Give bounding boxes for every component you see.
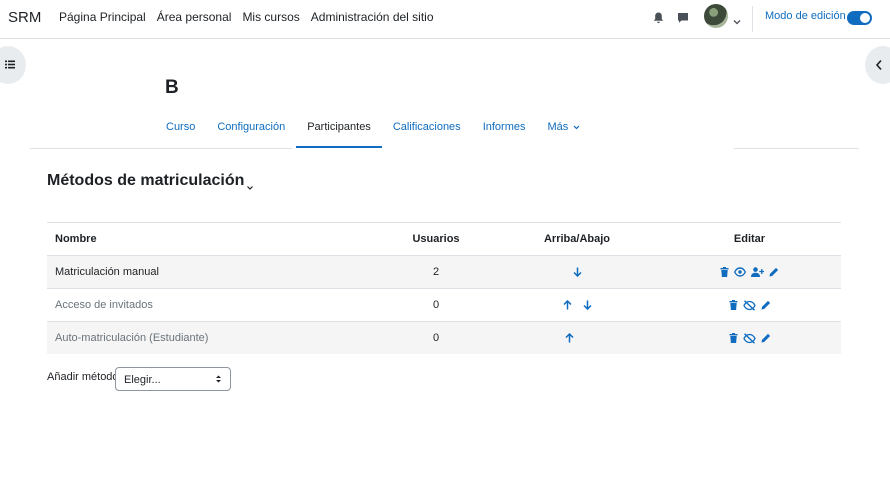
edit-pencil-icon[interactable]	[769, 267, 779, 277]
messages-chat-icon[interactable]	[677, 11, 689, 29]
method-name: Acceso de invitados	[55, 299, 153, 311]
move-down-arrow-icon[interactable]	[582, 300, 592, 311]
add-method-selected-value: Elegir...	[124, 374, 161, 386]
primary-navigation: Página Principal Área personal Mis curso…	[59, 10, 434, 24]
course-secondary-navigation: Curso Configuración Participantes Califi…	[155, 110, 591, 148]
select-updown-caret-icon	[216, 375, 221, 383]
up-down-controls	[517, 289, 637, 322]
tabs-underline	[30, 148, 292, 149]
nav-link-site-admin[interactable]: Administración del sitio	[311, 10, 434, 24]
method-users-count: 2	[432, 266, 440, 278]
notifications-bell-icon[interactable]	[653, 11, 664, 29]
tab-more-label: Más	[547, 121, 569, 133]
tab-more[interactable]: Más	[536, 110, 591, 148]
move-up-arrow-icon[interactable]	[564, 333, 574, 343]
table-row: Auto-matriculación (Estudiante) 0	[47, 321, 841, 354]
hidden-eye-slash-icon[interactable]	[742, 332, 756, 344]
delete-trash-icon[interactable]	[729, 333, 738, 344]
move-down-arrow-icon[interactable]	[572, 267, 582, 278]
method-name: Matriculación manual	[55, 266, 159, 278]
course-title: B	[165, 77, 179, 98]
tab-course[interactable]: Curso	[155, 110, 206, 148]
visible-eye-icon[interactable]	[734, 267, 746, 277]
edit-mode-toggle[interactable]	[847, 11, 872, 25]
top-navbar: SRM Página Principal Área personal Mis c…	[0, 0, 890, 39]
add-method-select[interactable]: Elegir...	[115, 367, 231, 391]
chevron-down-icon	[573, 125, 580, 130]
column-header-up-down: Arriba/Abajo	[543, 233, 610, 245]
tab-reports[interactable]: Informes	[472, 110, 537, 148]
table-header-row: Nombre Usuarios Arriba/Abajo Editar	[47, 222, 841, 255]
table-row: Acceso de invitados 0	[47, 288, 841, 321]
column-header-users: Usuarios	[412, 233, 460, 245]
enrolment-methods-table: Nombre Usuarios Arriba/Abajo Editar Matr…	[47, 222, 841, 354]
chevron-left-icon	[875, 59, 882, 71]
open-block-drawer-button[interactable]	[865, 46, 890, 84]
nav-link-home[interactable]: Página Principal	[59, 10, 146, 24]
user-avatar[interactable]	[704, 4, 728, 28]
method-name: Auto-matriculación (Estudiante)	[55, 332, 209, 344]
edit-controls	[687, 256, 812, 289]
open-course-index-button[interactable]	[0, 46, 26, 84]
tabs-underline	[734, 148, 859, 149]
delete-trash-icon[interactable]	[729, 300, 738, 311]
list-icon	[5, 60, 15, 69]
tab-grades[interactable]: Calificaciones	[382, 110, 472, 148]
tab-participants[interactable]: Participantes	[296, 110, 382, 148]
up-down-controls	[517, 256, 637, 289]
edit-mode-label: Modo de edición	[765, 10, 846, 22]
table-row: Matriculación manual 2	[47, 255, 841, 288]
chevron-down-icon[interactable]	[733, 12, 741, 30]
nav-link-dashboard[interactable]: Área personal	[157, 10, 232, 24]
method-users-count: 0	[432, 332, 440, 344]
navbar-divider	[752, 6, 753, 32]
up-down-controls	[517, 322, 637, 355]
edit-pencil-icon[interactable]	[761, 333, 771, 343]
move-up-arrow-icon[interactable]	[562, 300, 572, 310]
edit-controls	[687, 322, 812, 355]
heading-menu-chevron-down-icon[interactable]	[246, 178, 254, 196]
delete-trash-icon[interactable]	[720, 267, 729, 278]
column-header-name[interactable]: Nombre	[55, 223, 97, 256]
edit-pencil-icon[interactable]	[761, 300, 771, 310]
enrol-users-icon[interactable]	[751, 267, 764, 278]
edit-controls	[687, 289, 812, 322]
site-brand[interactable]: SRM	[8, 9, 41, 26]
column-header-edit: Editar	[733, 233, 766, 245]
add-method-label: Añadir método	[47, 371, 119, 383]
method-users-count: 0	[432, 299, 440, 311]
nav-link-my-courses[interactable]: Mis cursos	[242, 10, 299, 24]
page-heading: Métodos de matriculación	[47, 172, 245, 189]
tab-settings[interactable]: Configuración	[206, 110, 296, 148]
hidden-eye-slash-icon[interactable]	[742, 299, 756, 311]
